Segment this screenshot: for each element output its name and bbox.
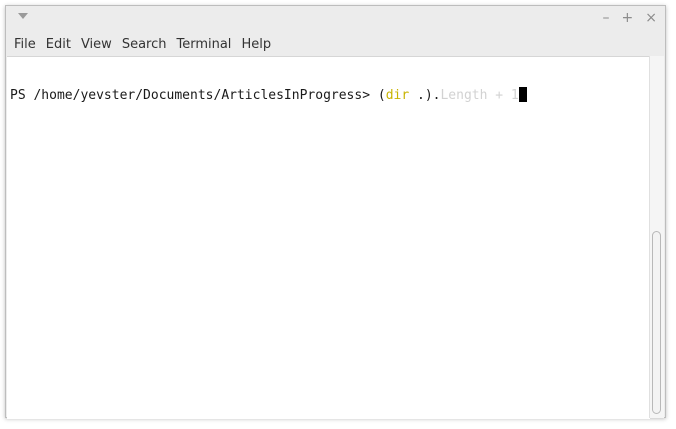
terminal-window: – + × File Edit View Search Terminal Hel… xyxy=(5,5,666,419)
menu-terminal[interactable]: Terminal xyxy=(172,35,235,54)
open-paren: ( xyxy=(377,88,386,103)
close-button[interactable]: × xyxy=(645,9,657,27)
window-menu-icon[interactable] xyxy=(18,13,28,19)
text-cursor xyxy=(518,87,527,102)
command-line: PS /home/yevster/Documents/ArticlesInPro… xyxy=(10,87,527,104)
menu-search[interactable]: Search xyxy=(118,35,171,54)
title-bar: – + × xyxy=(6,6,665,32)
minimize-button[interactable]: – xyxy=(603,9,610,27)
window-controls: – + × xyxy=(603,9,657,27)
command-text: dir xyxy=(385,88,410,103)
prompt-text: PS /home/yevster/Documents/ArticlesInPro… xyxy=(10,88,378,103)
menu-file[interactable]: File xyxy=(10,35,40,54)
command-arg: . xyxy=(409,88,425,103)
maximize-button[interactable]: + xyxy=(622,9,634,27)
menu-bar: File Edit View Search Terminal Help xyxy=(6,32,277,56)
scrollbar-thumb[interactable] xyxy=(652,231,661,414)
close-paren-dot: ). xyxy=(424,88,441,103)
menu-edit[interactable]: Edit xyxy=(42,35,75,54)
menu-help[interactable]: Help xyxy=(237,35,275,54)
terminal-output-area[interactable]: PS /home/yevster/Documents/ArticlesInPro… xyxy=(7,56,650,419)
autosuggestion-text: Length + 1 xyxy=(440,88,519,103)
vertical-scrollbar[interactable] xyxy=(649,56,664,418)
menu-view[interactable]: View xyxy=(77,35,116,54)
